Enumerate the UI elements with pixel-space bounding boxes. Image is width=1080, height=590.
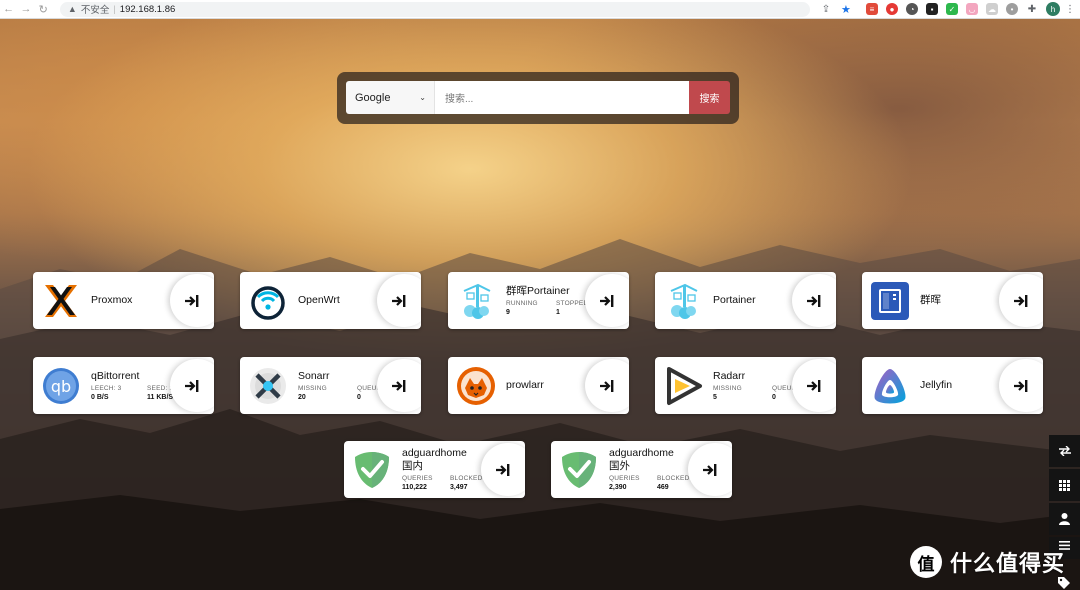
reload-icon[interactable]: ↻: [35, 0, 52, 19]
app-tile-sonarr[interactable]: Sonarr MISSING 20 QUEUE 0: [240, 357, 421, 414]
browser-toolbar: ← → ↻ ▲ 不安全 | 192.168.1.86 ⇪ ★ ≡ ● ◔ ▪ ✓…: [0, 0, 1080, 19]
stat-value: 5: [713, 393, 717, 401]
more-menu-icon[interactable]: ⋮: [1064, 3, 1076, 15]
extension-camera-icon[interactable]: ▪: [925, 3, 938, 15]
svg-text:qb: qb: [51, 377, 71, 396]
openwrt-icon: [248, 281, 288, 321]
synology-icon: [870, 281, 910, 321]
swap-icon[interactable]: [1049, 435, 1080, 467]
search-engine-select[interactable]: Google ⌄: [346, 81, 435, 114]
user-icon[interactable]: [1049, 503, 1080, 535]
app-tile-proxmox[interactable]: Proxmox: [33, 272, 214, 329]
app-tile-jellyfin[interactable]: Jellyfin: [862, 357, 1043, 414]
stat-label: MISSING: [713, 384, 742, 392]
stat-label: RUNNING: [506, 299, 538, 307]
app-tile-adguard-overseas[interactable]: adguardhome国外 QUERIES 2,390 BLOCKED 469: [551, 441, 732, 498]
stat-label: MISSING: [298, 384, 327, 392]
open-link-icon[interactable]: [585, 359, 629, 412]
app-tile-adguard-domestic[interactable]: adguardhome国内 QUERIES 110,222 BLOCKED 3,49…: [344, 441, 525, 498]
chevron-down-icon: ⌄: [419, 93, 426, 102]
forward-icon[interactable]: →: [17, 0, 34, 19]
app-tile-qbittorrent[interactable]: qb qBittorrent LEECH: 30 B/S SEED: 2 11 K…: [33, 357, 214, 414]
extensions-area: ⇪ ★ ≡ ● ◔ ▪ ✓ ◡ ☁ • ✚ h ⋮: [816, 2, 1080, 16]
adguard-icon: [352, 450, 392, 490]
proxmox-icon: [41, 281, 81, 321]
profile-avatar[interactable]: h: [1045, 2, 1060, 16]
search-engine-value: Google: [355, 91, 391, 104]
extension-cat-icon[interactable]: ◡: [965, 3, 978, 15]
app-tile-radarr[interactable]: Radarr MISSING 5 QUEUE 0: [655, 357, 836, 414]
side-toolbar: [1049, 435, 1080, 561]
stat-label: LEECH: 3: [91, 384, 122, 392]
app-tile-prowlarr[interactable]: prowlarr: [448, 357, 629, 414]
open-link-icon[interactable]: [585, 274, 629, 327]
back-icon[interactable]: ←: [0, 0, 17, 19]
search-input[interactable]: 搜索...: [435, 81, 689, 114]
search-bar: Google ⌄ 搜索... 搜索: [346, 81, 730, 114]
open-link-icon[interactable]: [170, 359, 214, 412]
address-bar[interactable]: ▲ 不安全 | 192.168.1.86: [59, 1, 810, 17]
jellyfin-icon: [870, 366, 910, 406]
stat-label: QUERIES: [402, 475, 433, 482]
search-button[interactable]: 搜索: [689, 81, 730, 114]
portainer-icon: [456, 281, 496, 321]
security-label: 不安全: [80, 5, 110, 16]
qbittorrent-icon: qb: [41, 366, 81, 406]
extension-shield-icon[interactable]: ✓: [945, 3, 958, 15]
extension-cloud-icon[interactable]: ☁: [985, 3, 998, 15]
stat-value: 2,390: [609, 484, 627, 491]
open-link-icon[interactable]: [792, 274, 836, 327]
radarr-icon: [663, 366, 703, 406]
watermark-badge: 值: [910, 546, 942, 578]
stat-value: 9: [506, 308, 510, 316]
address-separator: |: [113, 3, 116, 15]
stat-value: 20: [298, 393, 306, 401]
warning-icon: ▲: [67, 4, 77, 14]
app-tile-openwrt[interactable]: OpenWrt: [240, 272, 421, 329]
bookmark-star-icon[interactable]: ★: [840, 3, 852, 16]
app-tile-synology-portainer[interactable]: 群晖Portainer RUNNING 9 STOPPED 1: [448, 272, 629, 329]
watermark-text: 什么值得买: [950, 551, 1066, 576]
open-link-icon[interactable]: [377, 359, 421, 412]
extension-notes-icon[interactable]: ≡: [865, 3, 878, 15]
sonarr-icon: [248, 366, 288, 406]
search-panel: Google ⌄ 搜索... 搜索: [337, 72, 739, 124]
open-link-icon[interactable]: [999, 359, 1043, 412]
stat-value: 0 B/S: [91, 393, 109, 401]
share-icon[interactable]: ⇪: [820, 3, 832, 15]
portainer-icon: [663, 281, 703, 321]
open-link-icon[interactable]: [377, 274, 421, 327]
extension-ghost-icon[interactable]: ◔: [905, 3, 918, 15]
open-link-icon[interactable]: [792, 359, 836, 412]
tile-name: adguardhome国内: [402, 447, 467, 472]
watermark: 值 什么值得买: [910, 546, 1065, 578]
url-text: 192.168.1.86: [119, 3, 176, 15]
tile-name: adguardhome国外: [609, 447, 674, 472]
open-link-icon[interactable]: [999, 274, 1043, 327]
adguard-icon: [559, 450, 599, 490]
stat-value: 110,222: [402, 484, 427, 491]
app-tile-synology[interactable]: 群晖: [862, 272, 1043, 329]
open-link-icon[interactable]: [170, 274, 214, 327]
stat-label: QUERIES: [609, 475, 640, 482]
app-tile-portainer[interactable]: Portainer: [655, 272, 836, 329]
extension-circle-icon[interactable]: •: [1005, 3, 1018, 15]
extensions-puzzle-icon[interactable]: ✚: [1026, 3, 1038, 15]
grid-icon[interactable]: [1049, 469, 1080, 501]
extension-adblock-icon[interactable]: ●: [885, 3, 898, 15]
tag-icon[interactable]: [1058, 576, 1070, 590]
prowlarr-icon: [456, 366, 496, 406]
